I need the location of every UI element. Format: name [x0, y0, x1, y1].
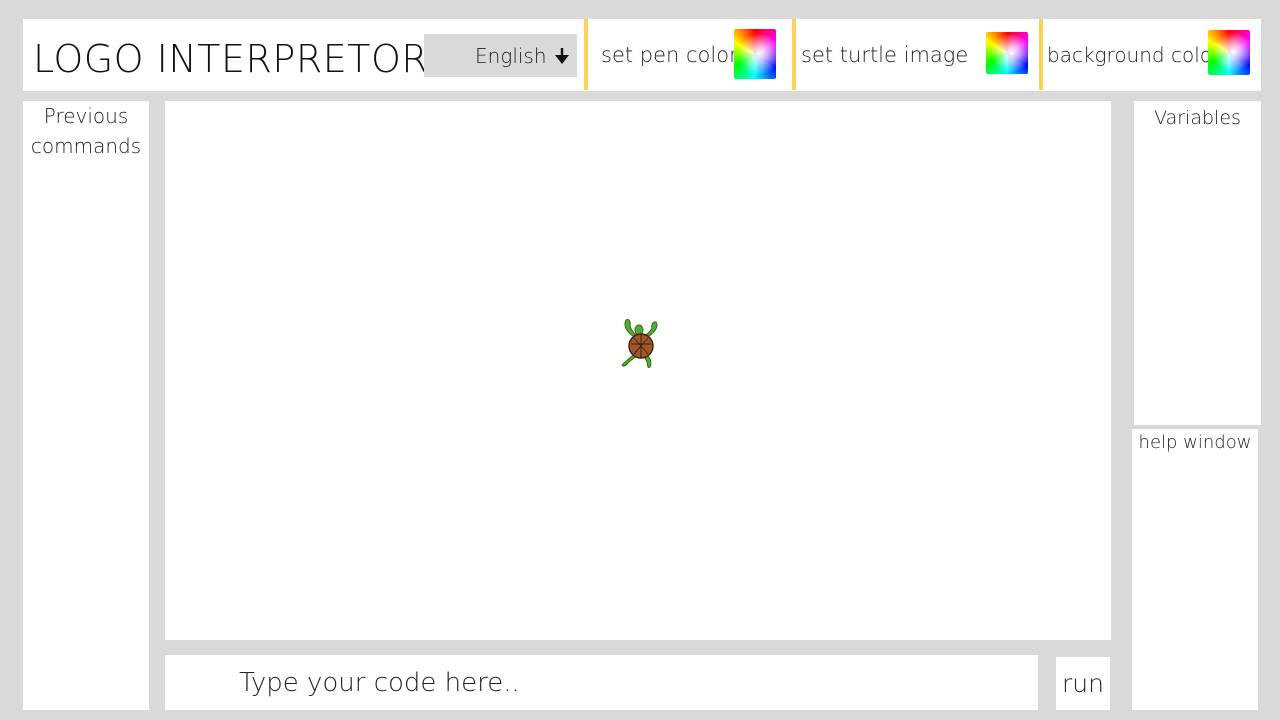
previous-commands-title-line1: Previous	[43, 104, 129, 128]
variables-panel: Variables	[1134, 101, 1261, 425]
header-divider	[1039, 19, 1043, 90]
app-title: LOGO INTERPRETOR	[33, 37, 429, 81]
turtle-image-picker-icon[interactable]	[986, 32, 1028, 74]
language-selected-label: English	[475, 44, 547, 68]
background-color-button[interactable]: background color	[1047, 43, 1220, 67]
turtle-canvas[interactable]	[165, 101, 1111, 640]
header-divider	[792, 19, 796, 90]
previous-commands-title: Previous commands	[23, 101, 149, 161]
set-turtle-image-button[interactable]: set turtle image	[801, 43, 968, 67]
previous-commands-title-line2: commands	[30, 134, 142, 158]
help-window-panel: help window	[1132, 429, 1258, 710]
header-divider	[584, 19, 588, 90]
header-bar: LOGO INTERPRETOR English set pen color s…	[23, 19, 1261, 91]
code-input[interactable]	[165, 655, 1038, 710]
background-color-picker-icon[interactable]	[1208, 30, 1250, 75]
run-button-label: run	[1062, 669, 1104, 698]
set-pen-color-button[interactable]: set pen color	[601, 43, 738, 67]
run-button[interactable]: run	[1056, 657, 1110, 710]
help-window-title: help window	[1138, 432, 1252, 453]
code-input-box	[165, 655, 1038, 710]
variables-title: Variables	[1154, 107, 1241, 129]
turtle-icon	[621, 319, 658, 368]
previous-commands-panel: Previous commands	[23, 101, 149, 710]
language-select[interactable]: English	[424, 34, 577, 77]
arrow-down-icon	[555, 48, 569, 64]
pen-color-picker-icon[interactable]	[734, 29, 776, 79]
